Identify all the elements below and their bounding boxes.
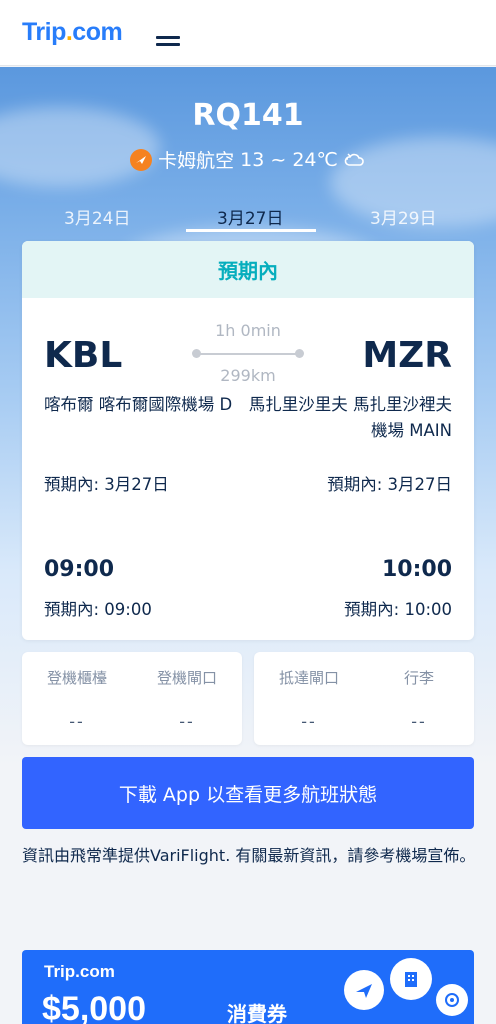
departure-expected-date: 預期內: 3月27日: [44, 475, 169, 494]
date-tab-0324[interactable]: 3月24日: [64, 204, 130, 229]
date-tab-0327[interactable]: 3月27日: [217, 204, 283, 229]
baggage: 行李 --: [364, 652, 474, 745]
arrival-gate: 抵達閘口 --: [254, 652, 364, 745]
arrival-airport: 馬扎里沙里夫 馬扎里沙裡夫機場 MAIN: [248, 395, 452, 440]
active-tab-indicator: [186, 229, 316, 232]
checkin-counter: 登機櫃檯 --: [22, 652, 132, 745]
trip-logo[interactable]: Trip.com: [22, 18, 123, 47]
departure-airport: 喀布爾 喀布爾國際機場 D: [44, 395, 233, 414]
flight-distance: 299km: [220, 366, 276, 385]
departure-time: 09:00: [44, 557, 115, 582]
arrival-expected-time: 預期內: 10:00: [344, 600, 452, 619]
banner-logo: Trip.com: [44, 962, 115, 981]
route-line: [196, 353, 300, 355]
boarding-gate-value: --: [179, 712, 195, 731]
checkin-counter-value: --: [69, 712, 85, 731]
date-tab-0329[interactable]: 3月29日: [370, 204, 436, 229]
boarding-gate-label: 登機閘口: [156, 669, 217, 687]
airline-logo-icon: [130, 148, 153, 171]
checkin-counter-label: 登機櫃檯: [46, 669, 107, 687]
banner-coupon-label: 消費券: [227, 1002, 287, 1024]
airline-name: 卡姆航空: [158, 150, 235, 172]
download-app-button[interactable]: 下載 App 以查看更多航班狀態: [22, 757, 474, 829]
baggage-value: --: [411, 712, 427, 731]
arrival-gate-label: 抵達閘口: [278, 669, 339, 687]
arrival-time: 10:00: [381, 557, 452, 582]
status-badge: 預期內: [22, 241, 474, 298]
flight-number: RQ141: [192, 98, 304, 133]
route-end-dot: [295, 349, 304, 358]
plane-icon: [344, 970, 384, 1010]
airline-row: 卡姆航空 13 ~ 24℃: [0, 146, 496, 173]
arrival-gate-value: --: [301, 712, 317, 731]
banner-amount: $5,000: [42, 990, 146, 1024]
hotel-icon: [390, 958, 432, 1000]
flight-card: 預期內 KBL MZR 1h 0min 299km 喀布爾 喀布爾國際機場 D …: [22, 241, 474, 640]
arrival-info-box: 抵達閘口 -- 行李 --: [254, 652, 474, 745]
menu-icon[interactable]: [156, 36, 180, 48]
baggage-label: 行李: [403, 669, 434, 687]
promo-banner[interactable]: Trip.com $5,000 消費券: [22, 950, 474, 1024]
temperature: 13 ~ 24℃: [240, 148, 338, 171]
top-bar: Trip.com: [0, 0, 496, 66]
attraction-icon: [436, 984, 468, 1016]
boarding-gate: 登機閘口 --: [132, 652, 242, 745]
arrival-expected-date: 預期內: 3月27日: [327, 475, 452, 494]
data-source-note: 資訊由飛常準提供VariFlight. 有關最新資訊，請參考機場宣佈。: [22, 846, 476, 865]
weather-icon: [344, 151, 366, 169]
departure-info-box: 登機櫃檯 -- 登機閘口 --: [22, 652, 242, 745]
departure-expected-time: 預期內: 09:00: [44, 600, 152, 619]
flight-duration: 1h 0min: [215, 321, 281, 340]
